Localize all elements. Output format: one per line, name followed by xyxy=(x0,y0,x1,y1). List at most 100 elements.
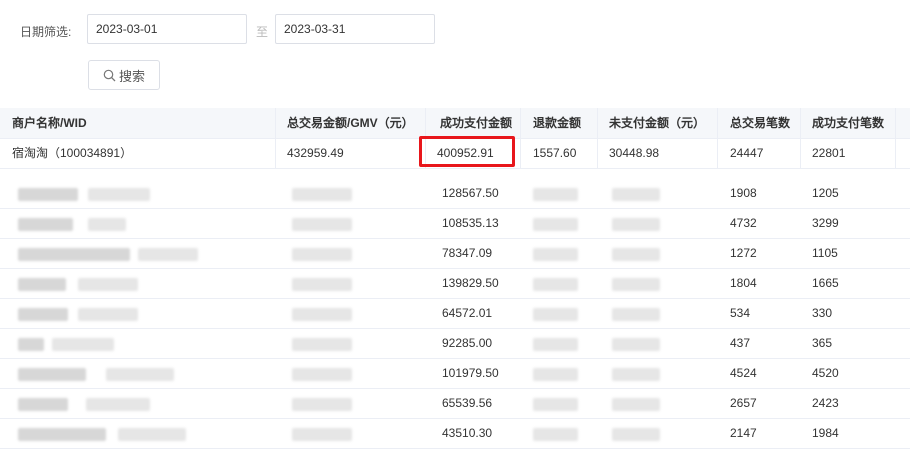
redacted-merchant-name xyxy=(88,188,150,201)
table-row[interactable]: 139829.50 1804 1665 xyxy=(0,269,910,299)
paid-amount-value: 139829.50 xyxy=(442,276,499,290)
redacted-value xyxy=(612,308,660,321)
redacted-value xyxy=(292,398,352,411)
paid-amount-value: 92285.00 xyxy=(442,336,493,350)
total-count-value: 2657 xyxy=(730,396,757,410)
redacted-merchant-name xyxy=(88,218,126,231)
redacted-merchant-name xyxy=(18,248,130,261)
header-gmv: 总交易金额/GMV（元） xyxy=(287,116,414,130)
table-row[interactable]: 78347.09 1272 1105 xyxy=(0,239,910,269)
gmv-value: 432959.49 xyxy=(287,146,344,160)
redacted-value xyxy=(612,338,660,351)
header-unpaid: 未支付金额（元） xyxy=(609,116,706,130)
redacted-value xyxy=(612,188,660,201)
search-icon xyxy=(103,69,116,82)
redacted-merchant-name xyxy=(106,368,174,381)
redacted-merchant-name xyxy=(18,428,106,441)
redacted-merchant-name xyxy=(18,278,66,291)
redacted-merchant-name xyxy=(78,278,138,291)
merchant-name: 宿淘淘（100034891） xyxy=(12,146,133,160)
redacted-value xyxy=(292,368,352,381)
paid-count-value: 330 xyxy=(812,306,833,320)
redacted-value xyxy=(612,278,660,291)
redacted-merchant-name xyxy=(86,398,150,411)
paid-count-value: 1984 xyxy=(812,426,839,440)
table-header: 商户名称/WID 总交易金额/GMV（元） 成功支付金额 退款金额 未支付金额（… xyxy=(0,108,910,139)
redacted-value xyxy=(533,308,578,321)
redacted-merchant-name xyxy=(138,248,198,261)
table-row[interactable]: 43510.30 2147 1984 xyxy=(0,419,910,449)
redacted-value xyxy=(612,398,660,411)
table-row[interactable]: 64572.01 534 330 xyxy=(0,299,910,329)
search-button-label: 搜索 xyxy=(118,68,145,84)
redacted-value xyxy=(533,278,578,291)
redacted-merchant-name xyxy=(18,308,68,321)
search-button[interactable]: 搜索 xyxy=(88,60,160,90)
redacted-merchant-name xyxy=(52,338,114,351)
paid-count-value: 3299 xyxy=(812,216,839,230)
total-count-value: 1908 xyxy=(730,186,757,200)
paid-count-value: 22801 xyxy=(812,146,846,160)
redacted-merchant-name xyxy=(78,308,138,321)
total-count-value: 534 xyxy=(730,306,751,320)
header-merchant: 商户名称/WID xyxy=(12,116,87,130)
table-row[interactable]: 128567.50 1908 1205 xyxy=(0,179,910,209)
redacted-merchant-name xyxy=(18,338,44,351)
table-row[interactable]: 101979.50 4524 4520 xyxy=(0,359,910,389)
redacted-value xyxy=(612,368,660,381)
refund-value: 1557.60 xyxy=(533,146,577,160)
paid-count-value: 1205 xyxy=(812,186,839,200)
paid-amount-value: 64572.01 xyxy=(442,306,493,320)
paid-amount-value: 43510.30 xyxy=(442,426,493,440)
redacted-value xyxy=(292,188,352,201)
redacted-merchant-name xyxy=(18,368,86,381)
redacted-value xyxy=(292,278,352,291)
paid-count-value: 1665 xyxy=(812,276,839,290)
highlight-box xyxy=(419,136,515,167)
redacted-merchant-name xyxy=(18,218,73,231)
end-date-input[interactable] xyxy=(275,14,435,44)
redacted-value xyxy=(292,338,352,351)
table-row[interactable]: 108535.13 4732 3299 xyxy=(0,209,910,239)
redacted-value xyxy=(292,428,352,441)
redacted-value xyxy=(533,338,578,351)
redacted-merchant-name xyxy=(118,428,186,441)
table-row[interactable]: 65539.56 2657 2423 xyxy=(0,389,910,419)
header-paid-count: 成功支付笔数 xyxy=(812,116,885,130)
paid-count-value: 4520 xyxy=(812,366,839,380)
date-filter-label: 日期筛选: xyxy=(20,25,72,39)
total-count-value: 2147 xyxy=(730,426,757,440)
paid-count-value: 1105 xyxy=(812,246,838,260)
header-total-count: 总交易笔数 xyxy=(730,116,791,130)
paid-count-value: 365 xyxy=(812,336,833,350)
redacted-value xyxy=(533,368,578,381)
redacted-value xyxy=(533,398,578,411)
paid-amount-value: 108535.13 xyxy=(442,216,499,230)
redacted-merchant-name xyxy=(18,188,78,201)
total-count-value: 24447 xyxy=(730,146,764,160)
start-date-input[interactable] xyxy=(87,14,247,44)
redacted-value xyxy=(612,248,660,261)
redacted-value xyxy=(612,218,660,231)
total-count-value: 4524 xyxy=(730,366,757,380)
paid-count-value: 2423 xyxy=(812,396,839,410)
redacted-value xyxy=(533,428,578,441)
redacted-value xyxy=(612,428,660,441)
paid-amount-value: 65539.56 xyxy=(442,396,493,410)
redacted-value xyxy=(533,188,578,201)
unpaid-value: 30448.98 xyxy=(609,146,660,160)
total-count-value: 1272 xyxy=(730,246,757,260)
table-row[interactable]: 92285.00 437 365 xyxy=(0,329,910,359)
total-count-value: 4732 xyxy=(730,216,757,230)
paid-amount-value: 78347.09 xyxy=(442,246,493,260)
redacted-rows: 128567.50 1908 1205 108535.13 4732 3299 78347.… xyxy=(0,179,910,449)
paid-amount-value: 101979.50 xyxy=(442,366,499,380)
header-refund: 退款金额 xyxy=(533,116,582,130)
redacted-value xyxy=(292,248,352,261)
redacted-merchant-name xyxy=(18,398,68,411)
redacted-value xyxy=(292,308,352,321)
date-range-separator: 至 xyxy=(256,25,269,39)
total-count-value: 1804 xyxy=(730,276,757,290)
header-paid-amount: 成功支付金额 xyxy=(440,116,513,130)
paid-amount-value: 128567.50 xyxy=(442,186,499,200)
